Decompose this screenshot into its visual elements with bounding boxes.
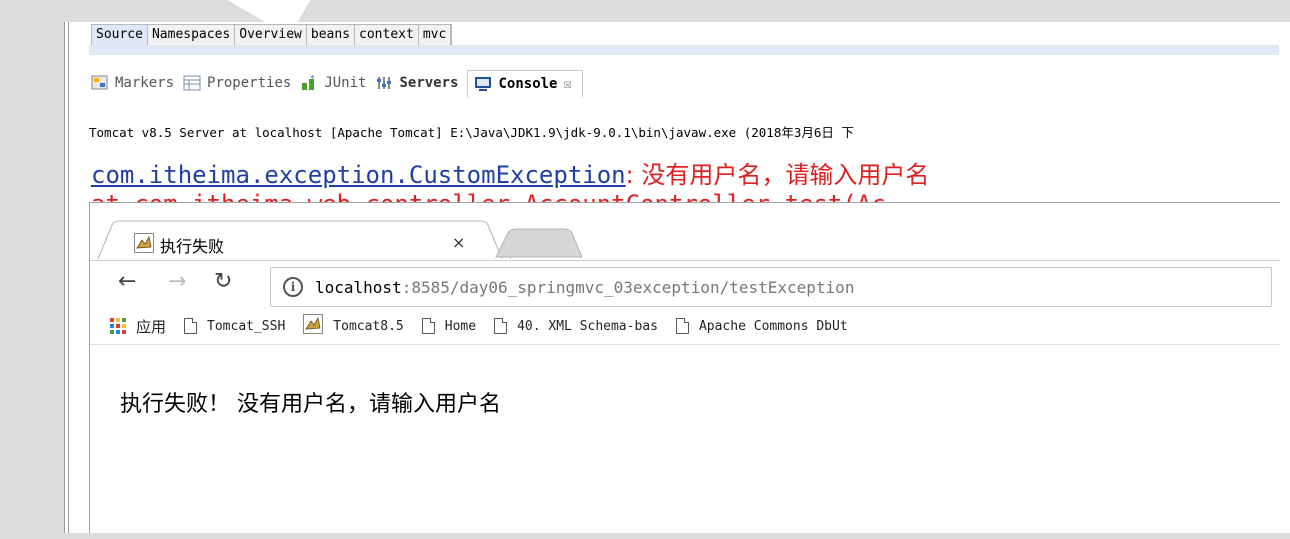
page-icon xyxy=(494,318,508,334)
backdrop-right xyxy=(1224,0,1290,22)
browser-tabbar: 执行失败 × xyxy=(90,203,1280,260)
exception-message: : 没有用户名，请输入用户名 xyxy=(625,161,930,189)
address-bar[interactable]: i localhost:8585/day06_springmvc_03excep… xyxy=(270,267,1272,307)
url-path: :8585/day06_springmvc_03exception/testEx… xyxy=(401,278,855,297)
bookmark-label: Tomcat8.5 xyxy=(333,318,404,334)
browser-window: 执行失败 × ← → ↻ i localhost:8585/day06_spri… xyxy=(89,202,1280,534)
exception-class-link[interactable]: com.itheima.exception.CustomException xyxy=(91,161,626,189)
console-icon xyxy=(474,76,492,92)
bookmark-apps[interactable]: 应用 xyxy=(110,316,166,337)
editor-tab-mvc[interactable]: mvc xyxy=(419,25,452,45)
page-body-text: 执行失败！ 没有用户名，请输入用户名 xyxy=(120,392,501,417)
bookmark-tomcat85[interactable]: Tomcat8.5 xyxy=(303,314,404,338)
view-tab-servers[interactable]: Servers xyxy=(375,75,467,91)
page-icon xyxy=(184,318,198,334)
view-tab-label: JUnit xyxy=(324,75,367,91)
editor-tab-overview[interactable]: Overview xyxy=(235,25,307,45)
apps-icon xyxy=(110,318,126,334)
properties-icon xyxy=(183,75,201,91)
view-tab-properties[interactable]: Properties xyxy=(183,75,300,91)
view-tab-label: Properties xyxy=(207,75,292,91)
bookmark-tomcat-ssh[interactable]: Tomcat_SSH xyxy=(184,318,285,334)
browser-toolbar: ← → ↻ i localhost:8585/day06_springmvc_0… xyxy=(90,260,1280,309)
bookmark-label: Tomcat_SSH xyxy=(207,318,286,334)
tomcat-icon xyxy=(134,233,154,253)
bookmark-label: Home xyxy=(444,318,477,334)
eclipse-window: Source Namespaces Overview beans context… xyxy=(64,22,1281,534)
close-icon[interactable]: ☒ xyxy=(564,76,572,92)
tomcat-icon xyxy=(303,314,324,338)
bookmark-xml-schema[interactable]: 40. XML Schema-bas xyxy=(494,318,658,334)
junit-icon: * xyxy=(300,74,318,91)
url-text[interactable]: localhost:8585/day06_springmvc_03excepti… xyxy=(315,278,854,297)
backdrop-bottom xyxy=(0,533,1290,539)
url-host: localhost xyxy=(315,278,402,297)
bookmark-home[interactable]: Home xyxy=(421,318,477,334)
view-tab-label: Markers xyxy=(115,75,175,91)
editor-tab-beans[interactable]: beans xyxy=(307,25,356,45)
close-icon[interactable]: × xyxy=(452,233,465,252)
editor-tab-source[interactable]: Source xyxy=(92,25,148,45)
view-tabs: Markers Properties * JUnit Servers Conso… xyxy=(91,69,583,97)
view-tab-markers[interactable]: Markers xyxy=(91,75,183,91)
bookmark-label: 40. XML Schema-bas xyxy=(517,318,658,334)
svg-text:*: * xyxy=(310,75,315,83)
forward-arrow-icon[interactable]: → xyxy=(168,269,186,294)
bookmarks-bar: 应用 Tomcat_SSH Tomcat8.5 Home 40. XML Sch… xyxy=(90,308,1280,345)
console-process-label: Tomcat v8.5 Server at localhost [Apache … xyxy=(89,125,854,140)
page-icon xyxy=(675,318,689,334)
view-tab-label: Servers xyxy=(399,75,459,91)
browser-tab-title[interactable]: 执行失败 xyxy=(160,233,224,257)
editor-tab-namespaces[interactable]: Namespaces xyxy=(148,25,236,45)
bookmark-label: Apache Commons DbUt xyxy=(698,318,848,334)
view-tab-junit[interactable]: * JUnit xyxy=(300,74,375,91)
backdrop-left xyxy=(0,0,64,539)
back-arrow-icon[interactable]: ← xyxy=(118,269,136,294)
editor-strip xyxy=(89,45,1279,55)
info-icon[interactable]: i xyxy=(283,277,303,297)
reload-icon[interactable]: ↻ xyxy=(214,269,232,294)
view-tab-label: Console xyxy=(498,75,558,92)
editor-tabs: Source Namespaces Overview beans context… xyxy=(91,24,453,46)
servers-icon xyxy=(375,75,393,91)
console-trace-line: at com.itheima.web.controller.AccountCon… xyxy=(91,190,1281,202)
new-tab-button[interactable] xyxy=(494,227,584,259)
page-icon xyxy=(421,318,435,334)
console-exception-line: com.itheima.exception.CustomException: 没… xyxy=(91,155,929,190)
bookmark-label: 应用 xyxy=(136,317,167,336)
markers-icon xyxy=(91,75,109,91)
editor-tab-context[interactable]: context xyxy=(355,25,419,45)
view-tab-console[interactable]: Console ☒ xyxy=(467,69,583,97)
bookmark-apache-commons[interactable]: Apache Commons DbUt xyxy=(675,318,848,334)
